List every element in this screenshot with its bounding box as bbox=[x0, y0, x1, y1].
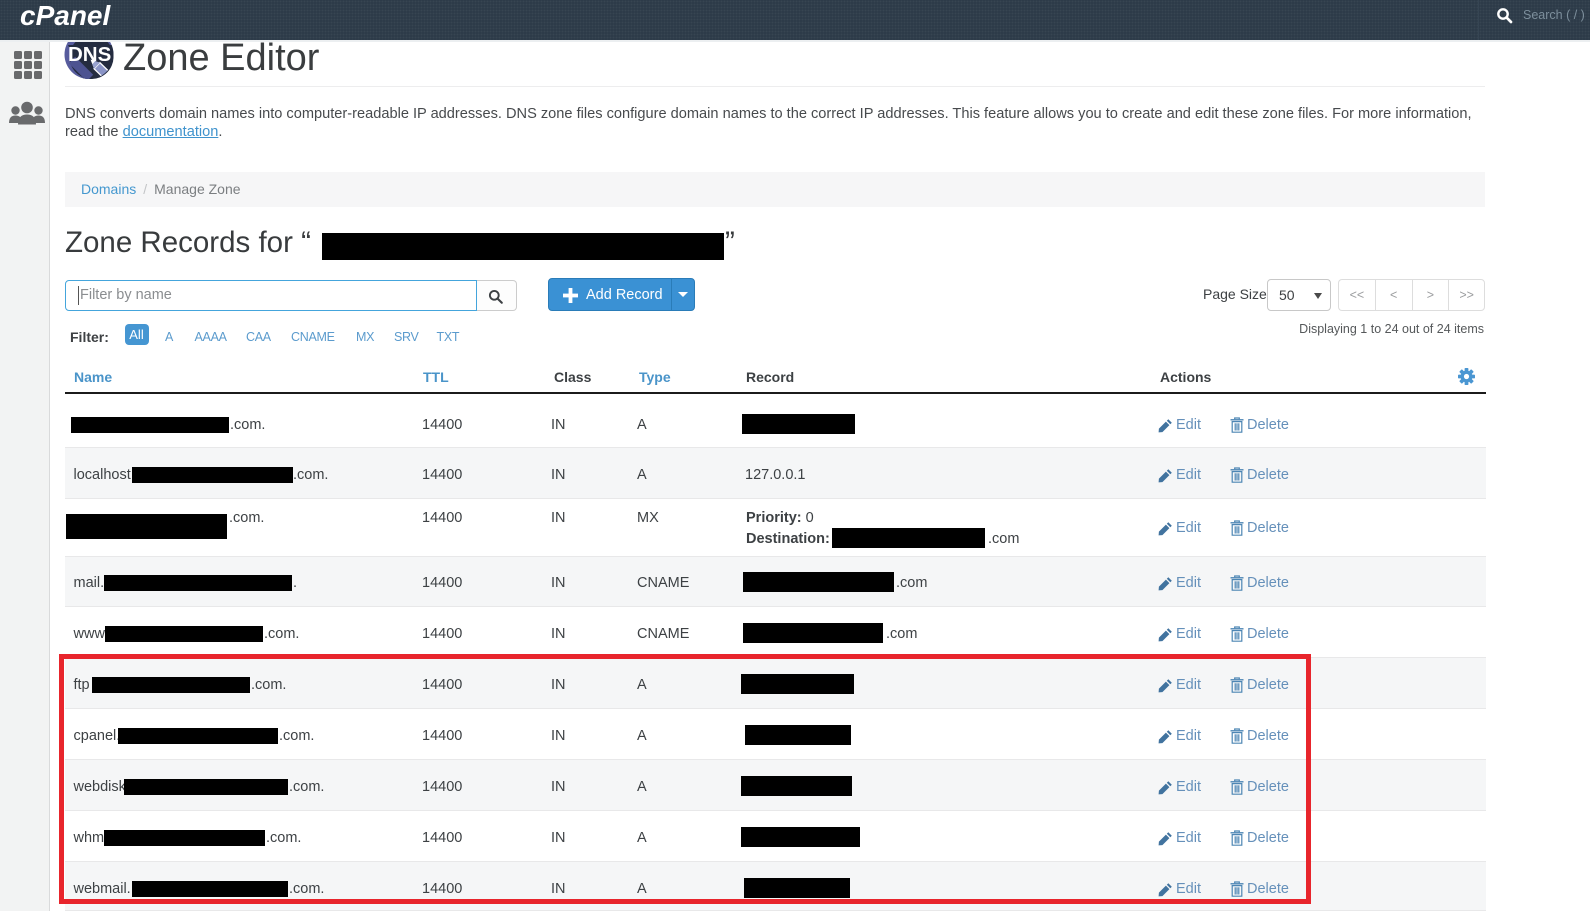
svg-text:DNS: DNS bbox=[68, 43, 111, 66]
